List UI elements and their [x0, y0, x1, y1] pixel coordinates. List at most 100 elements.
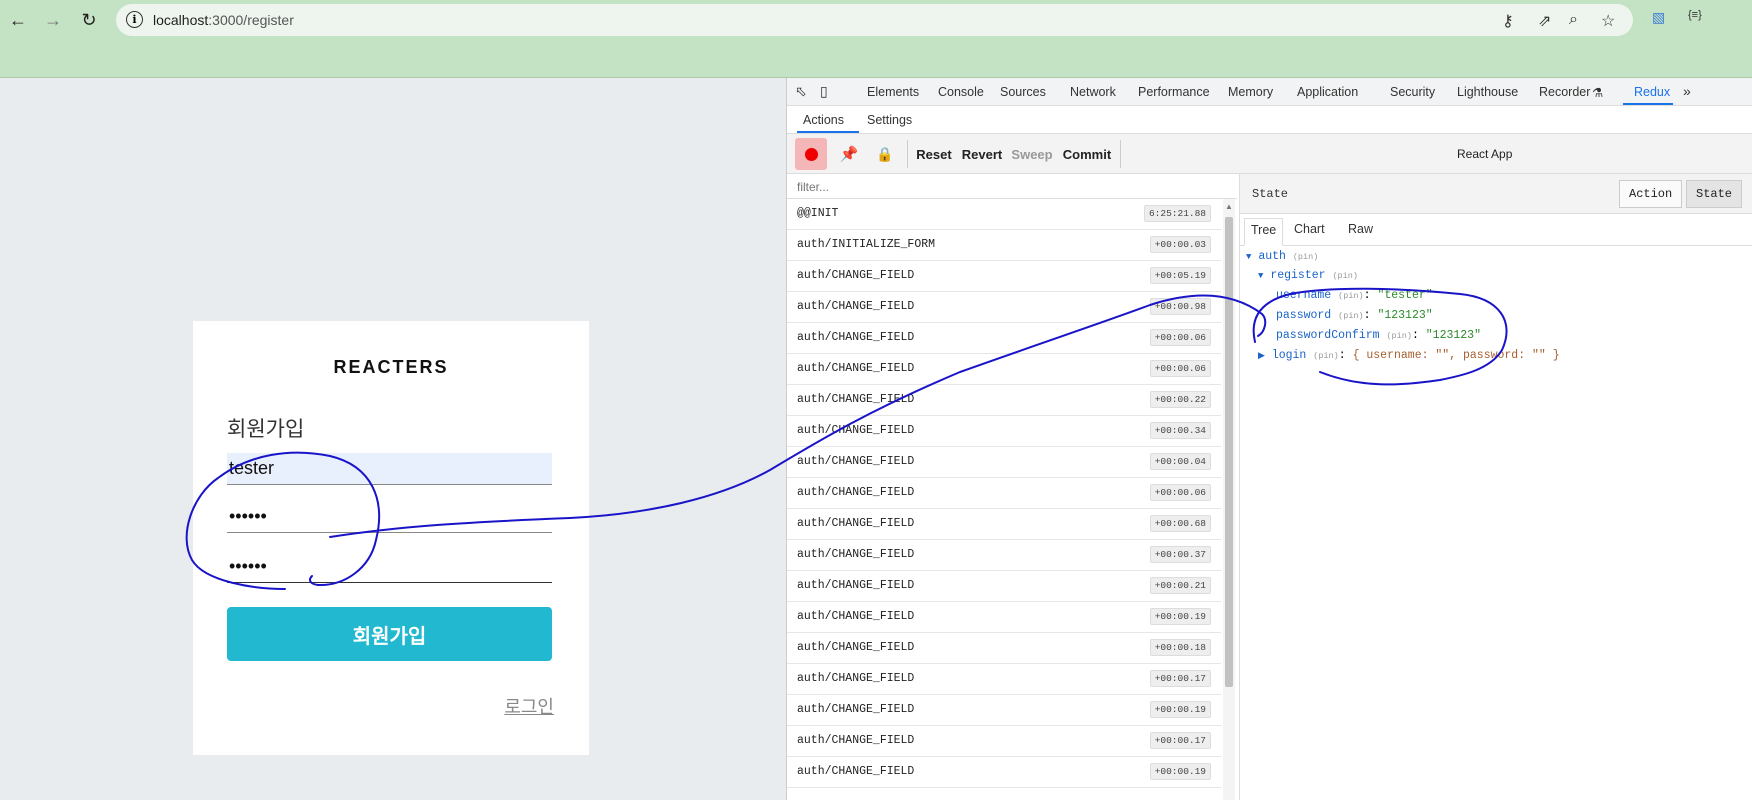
action-row[interactable]: auth/CHANGE_FIELD +00:00.17	[787, 726, 1221, 757]
tab-security[interactable]: Security	[1390, 85, 1435, 99]
tab-network[interactable]: Network	[1070, 85, 1116, 99]
pin-label[interactable]: (pin)	[1332, 271, 1358, 281]
url-text[interactable]: localhost:3000/register	[153, 12, 294, 28]
action-list-scrollbar[interactable]: ▲	[1223, 199, 1235, 800]
tree-node-username[interactable]: username (pin): "tester"	[1276, 289, 1433, 302]
tab-application[interactable]: Application	[1297, 85, 1358, 99]
tab-performance[interactable]: Performance	[1138, 85, 1210, 99]
device-toggle-icon[interactable]: ▯	[820, 83, 828, 100]
action-time-badge[interactable]: +00:00.19	[1149, 763, 1211, 780]
pin-label[interactable]: (pin)	[1338, 291, 1364, 301]
open-in-app-icon[interactable]: ⇗	[1538, 11, 1551, 31]
action-row[interactable]: auth/CHANGE_FIELD +00:00.06	[787, 354, 1221, 385]
action-time-badge[interactable]: +00:00.18	[1149, 639, 1211, 656]
address-bar[interactable]: i localhost:3000/register ⚷ ⇗ ⌕ ☆	[116, 4, 1633, 36]
state-mode-button[interactable]: State	[1686, 180, 1743, 208]
pin-label[interactable]: (pin)	[1338, 311, 1364, 321]
tab-lighthouse[interactable]: Lighthouse	[1457, 85, 1518, 99]
pin-label[interactable]: (pin)	[1386, 331, 1412, 341]
action-time-badge[interactable]: +00:05.19	[1149, 267, 1211, 284]
username-input[interactable]	[227, 453, 552, 485]
tab-redux[interactable]: Redux	[1634, 85, 1670, 99]
action-row[interactable]: auth/CHANGE_FIELD +00:00.06	[787, 323, 1221, 354]
action-time-badge[interactable]: +00:00.06	[1149, 329, 1211, 346]
action-row[interactable]: auth/CHANGE_FIELD +00:00.17	[787, 664, 1221, 695]
forward-icon[interactable]: →	[41, 8, 65, 32]
action-time-badge[interactable]: +00:00.17	[1149, 732, 1211, 749]
revert-button[interactable]: Revert	[959, 138, 1005, 170]
action-row[interactable]: auth/CHANGE_FIELD +00:00.34	[787, 416, 1221, 447]
tab-memory[interactable]: Memory	[1228, 85, 1273, 99]
scroll-up-icon[interactable]: ▲	[1225, 202, 1233, 211]
password-confirm-input[interactable]	[227, 551, 552, 583]
pin-icon[interactable]: 📌	[833, 138, 865, 170]
back-icon[interactable]: ←	[6, 8, 30, 32]
zoom-icon[interactable]: ⌕	[1569, 11, 1578, 29]
action-mode-button[interactable]: Action	[1619, 180, 1683, 208]
action-time-badge[interactable]: +00:00.34	[1149, 422, 1211, 439]
register-button[interactable]: 회원가입	[227, 607, 552, 661]
subtab-actions[interactable]: Actions	[803, 113, 844, 127]
action-row[interactable]: auth/CHANGE_FIELD +00:00.19	[787, 757, 1221, 788]
action-row[interactable]: @@INIT 6:25:21.88	[787, 199, 1221, 230]
login-link[interactable]: 로그인	[504, 693, 554, 719]
site-info-icon[interactable]: i	[126, 11, 143, 28]
reload-icon[interactable]: ↻	[77, 8, 101, 32]
action-time-badge[interactable]: +00:00.21	[1149, 577, 1211, 594]
extension-icon[interactable]: ▧	[1652, 9, 1665, 26]
action-time-badge[interactable]: +00:00.19	[1149, 608, 1211, 625]
subtab-settings[interactable]: Settings	[867, 113, 912, 127]
action-time-badge[interactable]: +00:00.04	[1149, 453, 1211, 470]
view-tab-chart[interactable]: Chart	[1294, 222, 1325, 236]
tree-node-password[interactable]: password (pin): "123123"	[1276, 309, 1433, 322]
action-time-badge[interactable]: 6:25:21.88	[1143, 205, 1211, 222]
tab-recorder[interactable]: Recorder	[1539, 85, 1590, 99]
brand-logo[interactable]: REACTERS	[193, 357, 589, 378]
action-time-badge[interactable]: +00:00.68	[1149, 515, 1211, 532]
lock-icon[interactable]: 🔒	[869, 138, 901, 170]
instance-selector[interactable]: React App	[1457, 147, 1512, 161]
action-row[interactable]: auth/CHANGE_FIELD +00:00.21	[787, 571, 1221, 602]
action-row[interactable]: auth/CHANGE_FIELD +00:00.98	[787, 292, 1221, 323]
json-extension-icon[interactable]: {≡}	[1688, 9, 1702, 21]
action-row[interactable]: auth/CHANGE_FIELD +00:00.18	[787, 633, 1221, 664]
tree-node-password-confirm[interactable]: passwordConfirm (pin): "123123"	[1276, 329, 1481, 342]
reset-button[interactable]: Reset	[913, 138, 955, 170]
action-row[interactable]: auth/CHANGE_FIELD +00:00.19	[787, 602, 1221, 633]
action-row[interactable]: auth/CHANGE_FIELD +00:05.19	[787, 261, 1221, 292]
tab-elements[interactable]: Elements	[867, 85, 919, 99]
action-time-badge[interactable]: +00:00.03	[1149, 236, 1211, 253]
commit-button[interactable]: Commit	[1059, 138, 1115, 170]
action-row[interactable]: auth/CHANGE_FIELD +00:00.06	[787, 478, 1221, 509]
action-row[interactable]: auth/INITIALIZE_FORM +00:00.03	[787, 230, 1221, 261]
pin-label[interactable]: (pin)	[1313, 351, 1339, 361]
bookmark-star-icon[interactable]: ☆	[1601, 11, 1615, 31]
action-time-badge[interactable]: +00:00.06	[1149, 484, 1211, 501]
tree-node-register[interactable]: ▼ register (pin)	[1258, 269, 1358, 282]
action-filter-input[interactable]	[787, 175, 1237, 199]
record-button[interactable]	[795, 138, 827, 170]
action-time-badge[interactable]: +00:00.19	[1149, 701, 1211, 718]
expand-arrow-icon[interactable]: ▼	[1246, 252, 1251, 262]
collapse-arrow-icon[interactable]: ▶	[1258, 351, 1265, 361]
expand-arrow-icon[interactable]: ▼	[1258, 271, 1263, 281]
more-tabs-icon[interactable]: »	[1683, 83, 1691, 99]
view-tab-tree[interactable]: Tree	[1244, 218, 1284, 246]
action-time-badge[interactable]: +00:00.06	[1149, 360, 1211, 377]
password-input[interactable]	[227, 501, 552, 533]
action-row[interactable]: auth/CHANGE_FIELD +00:00.04	[787, 447, 1221, 478]
scrollbar-thumb[interactable]	[1225, 217, 1233, 687]
action-row[interactable]: auth/CHANGE_FIELD +00:00.68	[787, 509, 1221, 540]
tree-node-login[interactable]: ▶ login (pin): { username: "", password:…	[1258, 349, 1560, 362]
sweep-button[interactable]: Sweep	[1009, 138, 1055, 170]
action-row[interactable]: auth/CHANGE_FIELD +00:00.37	[787, 540, 1221, 571]
action-row[interactable]: auth/CHANGE_FIELD +00:00.22	[787, 385, 1221, 416]
action-time-badge[interactable]: +00:00.22	[1149, 391, 1211, 408]
action-time-badge[interactable]: +00:00.37	[1149, 546, 1211, 563]
view-tab-raw[interactable]: Raw	[1348, 222, 1373, 236]
inspect-icon[interactable]: ⬁	[795, 83, 807, 100]
action-time-badge[interactable]: +00:00.17	[1149, 670, 1211, 687]
tree-node-auth[interactable]: ▼ auth (pin)	[1246, 250, 1318, 263]
pin-label[interactable]: (pin)	[1293, 252, 1319, 262]
tab-console[interactable]: Console	[938, 85, 984, 99]
